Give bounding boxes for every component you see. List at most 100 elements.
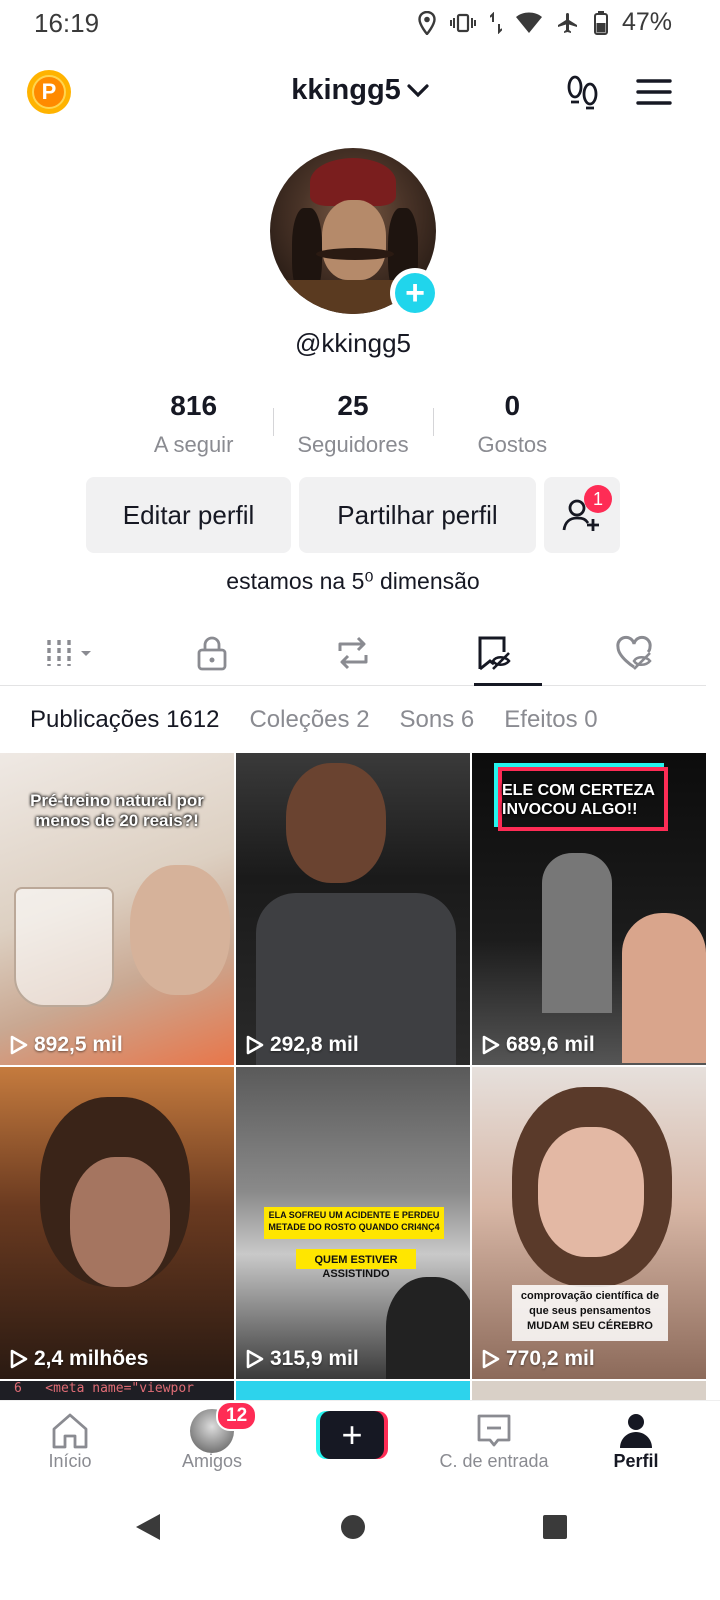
location-icon: [418, 10, 436, 35]
video-caption: ELA SOFREU UM ACIDENTE E PERDEU METADE D…: [268, 1210, 440, 1232]
tab-liked[interactable]: [565, 620, 706, 685]
stat-likes[interactable]: 0 Gostos: [432, 390, 592, 466]
view-count: 770,2 mil: [482, 1347, 595, 1371]
status-time: 16:19: [34, 8, 100, 38]
chevron-down-icon: [407, 84, 429, 98]
hidden-bookmark-icon: [478, 636, 511, 670]
stat-followers[interactable]: 25 Seguidores: [273, 390, 432, 466]
vibrate-icon: [449, 13, 476, 32]
video-thumbnail[interactable]: Pré-treino natural por menos de 20 reais…: [0, 753, 234, 1065]
nav-label: Amigos: [181, 1451, 243, 1471]
code-snippet: 6 <meta name="viewpor: [14, 1381, 195, 1396]
stat-following[interactable]: 816 A seguir: [114, 390, 273, 466]
play-icon: [482, 1035, 500, 1055]
nav-home[interactable]: Início: [10, 1411, 130, 1472]
nav-friends[interactable]: 12 Amigos: [152, 1401, 272, 1472]
view-count: 892,5 mil: [10, 1033, 123, 1057]
video-thumbnail[interactable]: ELA SOFREU UM ACIDENTE E PERDEU METADE D…: [236, 1067, 470, 1379]
nav-label: Perfil: [613, 1451, 659, 1471]
stat-number: 25: [337, 390, 369, 421]
nav-profile[interactable]: Perfil: [576, 1411, 696, 1472]
recents-icon[interactable]: [542, 1514, 568, 1540]
grid-filter-icon: [46, 639, 91, 666]
video-thumbnail[interactable]: [236, 1381, 470, 1401]
plus-icon: +: [320, 1411, 384, 1459]
wifi-icon: [515, 12, 542, 33]
airplane-icon: [557, 12, 577, 33]
inbox-icon: [477, 1414, 511, 1447]
play-icon: [10, 1035, 28, 1055]
add-story-button[interactable]: +: [390, 268, 440, 318]
create-button[interactable]: +: [316, 1411, 388, 1459]
stat-label: Gostos: [477, 432, 548, 457]
play-icon: [246, 1035, 264, 1055]
nav-inbox[interactable]: C. de entrada: [424, 1411, 564, 1472]
footprints-icon[interactable]: [565, 74, 601, 110]
view-count-text: 689,6 mil: [506, 1033, 595, 1056]
video-thumbnail[interactable]: 292,8 mil: [236, 753, 470, 1065]
tab-videos-grid[interactable]: [0, 620, 141, 685]
home-icon: [52, 1413, 88, 1449]
view-count: 292,8 mil: [246, 1033, 359, 1057]
profile-actions: Editar perfil Partilhar perfil 1: [86, 477, 620, 553]
notification-badge: 1: [584, 485, 612, 513]
stat-label: A seguir: [153, 432, 234, 457]
play-icon: [246, 1349, 264, 1369]
home-circle-icon[interactable]: [340, 1514, 366, 1540]
tab-saved[interactable]: [424, 620, 565, 686]
view-count-text: 315,9 mil: [270, 1347, 359, 1370]
content-tabs: [0, 620, 706, 686]
profile-header: P kkingg5: [0, 60, 720, 124]
friends-badge: 12: [216, 1401, 258, 1431]
subtab-collections[interactable]: Coleções 2: [249, 706, 369, 734]
header-username: kkingg5: [291, 74, 401, 106]
stat-number: 816: [170, 390, 218, 421]
repost-icon: [338, 636, 368, 669]
menu-icon[interactable]: [636, 78, 672, 106]
profile-handle: @kkingg5: [294, 328, 411, 358]
video-thumbnail[interactable]: 2,4 milhões: [0, 1067, 234, 1379]
back-icon[interactable]: [134, 1512, 162, 1542]
status-bar: 16:19 47%: [0, 0, 720, 46]
system-navigation: [0, 1490, 720, 1600]
profile-icon: [620, 1414, 652, 1448]
video-caption: ELE COM CERTEZA INVOCOU ALGO!!: [502, 782, 655, 818]
profile-bio: estamos na 5⁰ dimensão: [226, 568, 480, 594]
video-caption: Pré-treino natural por menos de 20 reais…: [30, 791, 204, 830]
account-switcher[interactable]: kkingg5: [0, 74, 720, 107]
saved-subtabs: Publicações 1612 Coleções 2 Sons 6 Efeit…: [0, 700, 706, 740]
nav-label: C. de entrada: [439, 1451, 549, 1471]
view-count: 689,6 mil: [482, 1033, 595, 1057]
battery-icon: [593, 10, 608, 35]
video-thumbnail[interactable]: comprovação científica de que seus pensa…: [472, 1067, 706, 1379]
profile-stats: 816 A seguir 25 Seguidores 0 Gostos: [114, 390, 592, 466]
view-count-text: 892,5 mil: [34, 1033, 123, 1056]
share-profile-button[interactable]: Partilhar perfil: [299, 477, 536, 553]
profile-avatar-container: +: [270, 148, 440, 318]
plus-icon: +: [395, 273, 435, 313]
battery-level: 47%: [621, 8, 672, 36]
tab-reposts[interactable]: [282, 620, 423, 685]
view-count: 315,9 mil: [246, 1347, 359, 1371]
view-count-text: 2,4 milhões: [34, 1347, 149, 1370]
stat-label: Seguidores: [297, 432, 409, 457]
play-icon: [482, 1349, 500, 1369]
data-arrows-icon: [489, 11, 502, 34]
hidden-heart-icon: [616, 635, 653, 670]
nav-label: Início: [48, 1451, 92, 1471]
add-friends-button[interactable]: 1: [544, 477, 620, 553]
view-count: 2,4 milhões: [10, 1347, 148, 1371]
subtab-posts[interactable]: Publicações 1612: [30, 706, 219, 734]
lock-icon: [197, 636, 227, 670]
status-icons: 47%: [418, 8, 672, 37]
edit-profile-button[interactable]: Editar perfil: [86, 477, 291, 553]
play-icon: [10, 1349, 28, 1369]
view-count-text: 292,8 mil: [270, 1033, 359, 1056]
video-thumbnail[interactable]: 6 <meta name="viewpor: [0, 1381, 234, 1401]
tab-private[interactable]: [141, 620, 282, 685]
video-thumbnail[interactable]: [472, 1381, 706, 1401]
stat-number: 0: [504, 390, 521, 421]
subtab-effects[interactable]: Efeitos 0: [504, 706, 597, 734]
subtab-sounds[interactable]: Sons 6: [400, 706, 475, 734]
video-thumbnail[interactable]: ELE COM CERTEZA INVOCOU ALGO!! 689,6 mil: [472, 753, 706, 1065]
